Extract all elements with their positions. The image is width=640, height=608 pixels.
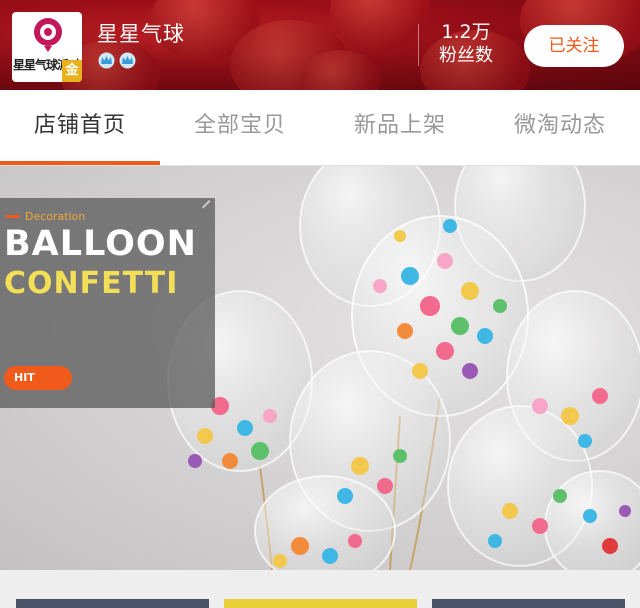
promo-text-panel: Decoration BALLOON CONFETTI HIT: [0, 198, 218, 408]
tab-weitao-feed[interactable]: 微淘动态: [480, 90, 640, 166]
tab-new-arrivals[interactable]: 新品上架: [320, 90, 480, 166]
follow-button[interactable]: 已关注: [524, 25, 624, 67]
fans-label: 粉丝数: [439, 45, 493, 66]
tab-home[interactable]: 店铺首页: [0, 90, 160, 166]
product-card-thumb[interactable]: [432, 599, 625, 608]
product-card-thumb[interactable]: [224, 599, 417, 608]
gold-badge: 金: [62, 60, 82, 82]
promo-tag: Decoration: [6, 210, 85, 223]
tab-all-items[interactable]: 全部宝贝: [160, 90, 320, 166]
balloon-logo-icon: [34, 18, 62, 52]
product-card-thumb[interactable]: [16, 599, 209, 608]
promo-headline: BALLOON: [4, 224, 197, 264]
header-divider: [418, 24, 419, 66]
promo-banner[interactable]: Decoration BALLOON CONFETTI HIT: [0, 166, 640, 570]
hit-badge[interactable]: HIT: [4, 366, 72, 390]
fans-count: 1.2万: [441, 21, 491, 43]
seller-rating: [98, 52, 136, 69]
promo-tag-label: Decoration: [25, 210, 86, 223]
crown-icon: [119, 52, 136, 69]
fans-stat: 1.2万 粉丝数: [428, 20, 504, 68]
shop-tabs: 店铺首页 全部宝贝 新品上架 微淘动态: [0, 90, 640, 166]
promo-subheadline: CONFETTI: [4, 266, 179, 301]
crown-icon: [98, 52, 115, 69]
shop-logo[interactable]: 星星气球派对 金: [12, 12, 82, 82]
dash-icon: [6, 215, 20, 218]
shop-header: 星星气球派对 金 星星气球 1.2万 粉丝数 已关注: [0, 0, 640, 90]
shop-name: 星星气球: [97, 22, 185, 46]
